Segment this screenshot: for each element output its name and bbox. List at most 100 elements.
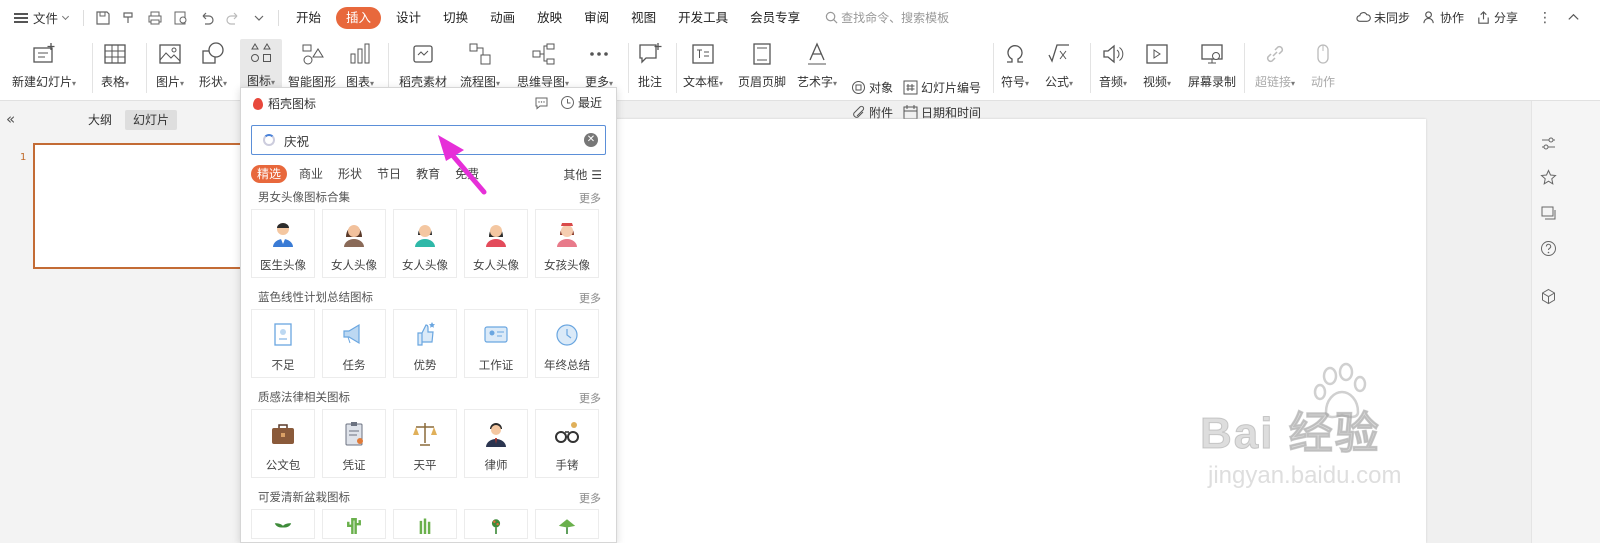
category-business[interactable]: 商业 (299, 165, 323, 183)
formula-button[interactable]: 公式▾ (1045, 39, 1073, 90)
clear-search-icon[interactable]: ✕ (584, 133, 598, 147)
collapse-pane-icon[interactable]: « (6, 110, 15, 128)
undo-icon[interactable] (196, 7, 218, 29)
icon-card[interactable]: 凭证 (322, 409, 386, 478)
help-icon[interactable] (1538, 238, 1558, 258)
table-button[interactable]: 表格▾ (101, 39, 129, 90)
tab-transitions[interactable]: 切换 (432, 7, 479, 29)
icon-card[interactable]: 女人头像 (393, 209, 457, 278)
icon-card[interactable]: 工作证 (464, 309, 528, 378)
print-preview-icon[interactable] (170, 7, 192, 29)
share-button[interactable]: 分享 (1476, 9, 1518, 26)
icon-card[interactable]: 律师 (464, 409, 528, 478)
tab-slides[interactable]: 幻灯片 (125, 110, 178, 130)
category-other[interactable]: 其他 ☰ (563, 166, 602, 183)
slides-icon[interactable] (1538, 202, 1558, 222)
icon-card[interactable]: 手铐 (535, 409, 599, 478)
icon-search-input[interactable] (284, 132, 584, 148)
section-title: 可爱清新盆栽图标 (258, 490, 350, 504)
tab-design[interactable]: 设计 (385, 7, 432, 29)
chat-icon[interactable] (534, 95, 549, 110)
star-icon[interactable] (1538, 167, 1558, 187)
action-button[interactable]: 动作 (1310, 39, 1336, 90)
icon-label: 优势 (413, 358, 437, 372)
customize-quick-access-icon[interactable] (248, 7, 270, 29)
icon-card[interactable]: 医生头像 (251, 209, 315, 278)
tab-home[interactable]: 开始 (285, 7, 332, 29)
comment-button[interactable]: 批注 (637, 39, 663, 90)
icon-card[interactable]: 女人头像 (464, 209, 528, 278)
icon-card[interactable] (535, 509, 599, 539)
icon-card[interactable]: 女人头像 (322, 209, 386, 278)
tab-member[interactable]: 会员专享 (739, 7, 811, 29)
save-icon[interactable] (92, 7, 114, 29)
icon-card[interactable]: 公文包 (251, 409, 315, 478)
redo-icon[interactable] (222, 7, 244, 29)
cube-icon[interactable] (1538, 286, 1558, 306)
icon-card[interactable] (251, 509, 315, 539)
category-free[interactable]: 免费 (455, 165, 479, 183)
sync-status[interactable]: 未同步 (1356, 9, 1410, 26)
tab-insert[interactable]: 插入 (336, 6, 382, 29)
icon-card[interactable]: 年终总结 (535, 309, 599, 378)
recent-button[interactable]: 最近 (578, 94, 602, 111)
format-painter-icon[interactable] (118, 7, 140, 29)
mindmap-button[interactable]: 思维导图▾ (517, 39, 569, 90)
slide-thumbnail[interactable] (33, 143, 245, 269)
more-link[interactable]: 更多 (579, 190, 601, 206)
more-button[interactable]: 更多▾ (585, 39, 613, 90)
flowchart-button[interactable]: 流程图▾ (460, 39, 500, 90)
video-button[interactable]: 视频▾ (1143, 39, 1171, 90)
command-search[interactable]: 查找命令、搜索模板 (825, 9, 949, 26)
print-icon[interactable] (144, 7, 166, 29)
collapse-ribbon-icon[interactable] (1566, 10, 1584, 25)
more-link[interactable]: 更多 (579, 290, 601, 306)
chart-button[interactable]: 图表▾ (346, 39, 374, 90)
icon-card[interactable] (393, 509, 457, 539)
speaker-icon (1103, 44, 1124, 64)
category-festival[interactable]: 节日 (377, 165, 401, 183)
more-icon (590, 52, 608, 56)
adjust-icon[interactable] (1538, 133, 1558, 153)
tab-outline[interactable]: 大纲 (80, 110, 120, 130)
more-options-icon[interactable]: ⋮ (1538, 10, 1552, 26)
icon-card[interactable]: 女孩头像 (535, 209, 599, 278)
new-slide-button[interactable]: 新建幻灯片▾ (12, 39, 76, 90)
tab-animation[interactable]: 动画 (479, 7, 526, 29)
category-featured[interactable]: 精选 (251, 165, 288, 183)
smartart-button[interactable]: 智能图形 (288, 39, 336, 90)
icon-card[interactable]: 任务 (322, 309, 386, 378)
category-education[interactable]: 教育 (416, 165, 440, 183)
tab-review[interactable]: 审阅 (573, 7, 620, 29)
more-link[interactable]: 更多 (579, 390, 601, 406)
audio-button[interactable]: 音频▾ (1099, 39, 1127, 90)
tab-slideshow[interactable]: 放映 (526, 7, 573, 29)
tab-developer[interactable]: 开发工具 (667, 7, 739, 29)
category-shape[interactable]: 形状 (338, 165, 362, 183)
more-link[interactable]: 更多 (579, 490, 601, 506)
wordart-label: 艺术字 (797, 75, 834, 89)
list-icon: ☰ (591, 168, 602, 182)
shape-button[interactable]: 形状▾ (199, 39, 227, 90)
icon-card[interactable]: 优势 (393, 309, 457, 378)
screen-record-button[interactable]: 屏幕录制 (1188, 39, 1236, 90)
icon-card[interactable] (464, 509, 528, 539)
object-button[interactable]: 对象 (851, 79, 893, 96)
material-button[interactable]: 稻壳素材 (399, 39, 447, 90)
icon-card[interactable]: 天平 (393, 409, 457, 478)
icon-card[interactable] (322, 509, 386, 539)
hyperlink-button[interactable]: 超链接▾ (1255, 39, 1295, 90)
collab-button[interactable]: 协作 (1422, 9, 1464, 26)
textbox-button[interactable]: 文本框▾ (683, 39, 723, 90)
header-footer-button[interactable]: 页眉页脚 (738, 39, 786, 90)
file-menu[interactable]: 文件 (0, 0, 77, 35)
wordart-button[interactable]: 艺术字▾ (797, 39, 837, 90)
icon-button[interactable]: 图标▾ (240, 39, 282, 89)
icon-card[interactable]: 不足 (251, 309, 315, 378)
slide-number-button[interactable]: 幻灯片编号 (903, 79, 981, 96)
potted-plant-icon (274, 523, 292, 534)
picture-button[interactable]: 图片▾ (156, 39, 184, 90)
tab-view[interactable]: 视图 (620, 7, 667, 29)
symbol-button[interactable]: 符号▾ (1001, 39, 1029, 90)
icon-search-box[interactable]: ✕ (251, 125, 606, 155)
